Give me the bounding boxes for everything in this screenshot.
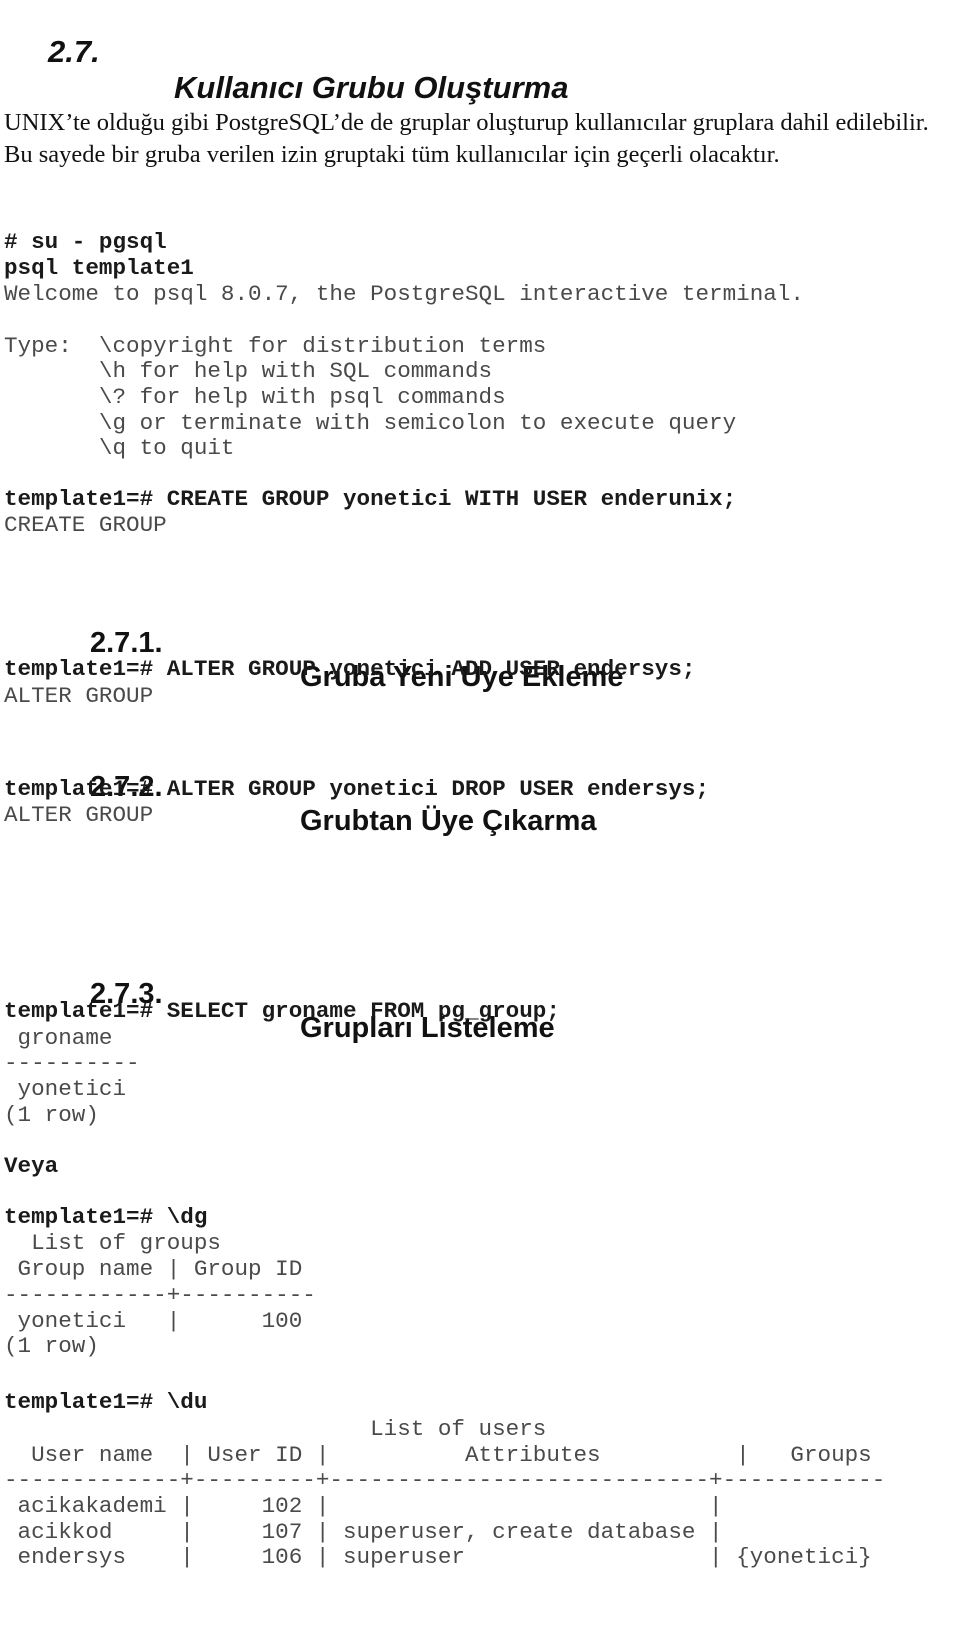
groups-output-line: ------------+---------- <box>4 1282 316 1308</box>
query-output-line: yonetici <box>4 1076 127 1102</box>
query-output-line: ---------- <box>4 1050 140 1076</box>
help-line: \g or terminate with semicolon to execut… <box>4 410 737 436</box>
command-su: # su - pgsql <box>4 229 167 255</box>
groups-output-line: List of groups <box>4 1230 221 1256</box>
welcome-message: Welcome to psql 8.0.7, the PostgreSQL in… <box>4 281 804 307</box>
users-output-line: acikkod | 107 | superuser, create databa… <box>4 1519 723 1545</box>
create-group-output: CREATE GROUP <box>4 512 167 538</box>
create-group-command: template1=# CREATE GROUP yonetici WITH U… <box>4 486 737 512</box>
section-number: 2.7. <box>48 34 100 69</box>
help-line: \? for help with psql commands <box>4 384 506 410</box>
users-output-line: endersys | 106 | superuser | {yonetici} <box>4 1544 872 1570</box>
section-heading: 2.7. Kullanıcı Grubu Oluşturma <box>0 0 568 106</box>
select-groups-command: template1=# SELECT groname FROM pg_group… <box>4 998 560 1024</box>
list-users-command: template1=# \du <box>4 1389 208 1415</box>
users-output-line: List of users <box>4 1416 547 1442</box>
query-output-line: (1 row) <box>4 1102 99 1128</box>
groups-output-line: yonetici | 100 <box>4 1308 303 1334</box>
drop-user-output: ALTER GROUP <box>4 802 154 828</box>
add-user-output: ALTER GROUP <box>4 683 154 709</box>
intro-paragraph: UNIX’te olduğu gibi PostgreSQL’de de gru… <box>4 109 929 168</box>
subsection-number: 2.7.1. <box>90 627 163 659</box>
or-label: Veya <box>4 1153 59 1179</box>
query-output-line: groname <box>4 1025 113 1051</box>
groups-output-line: Group name | Group ID <box>4 1256 303 1282</box>
groups-output-line: (1 row) <box>4 1333 99 1359</box>
help-line: Type: \copyright for distribution terms <box>4 333 547 359</box>
help-line: \q to quit <box>4 435 235 461</box>
users-output-line: acikakademi | 102 | | <box>4 1493 723 1519</box>
command-psql: psql template1 <box>4 255 194 281</box>
subsection-title: Grubtan Üye Çıkarma <box>300 805 597 837</box>
drop-user-command: template1=# ALTER GROUP yonetici DROP US… <box>4 776 710 802</box>
list-groups-command: template1=# \dg <box>4 1204 208 1230</box>
help-line: \h for help with SQL commands <box>4 358 493 384</box>
section-title: Kullanıcı Grubu Oluşturma <box>174 70 569 105</box>
users-output-line: User name | User ID | Attributes | Group… <box>4 1442 872 1468</box>
users-output-line: -------------+---------+----------------… <box>4 1467 886 1493</box>
add-user-command: template1=# ALTER GROUP yonetici ADD USE… <box>4 656 696 682</box>
